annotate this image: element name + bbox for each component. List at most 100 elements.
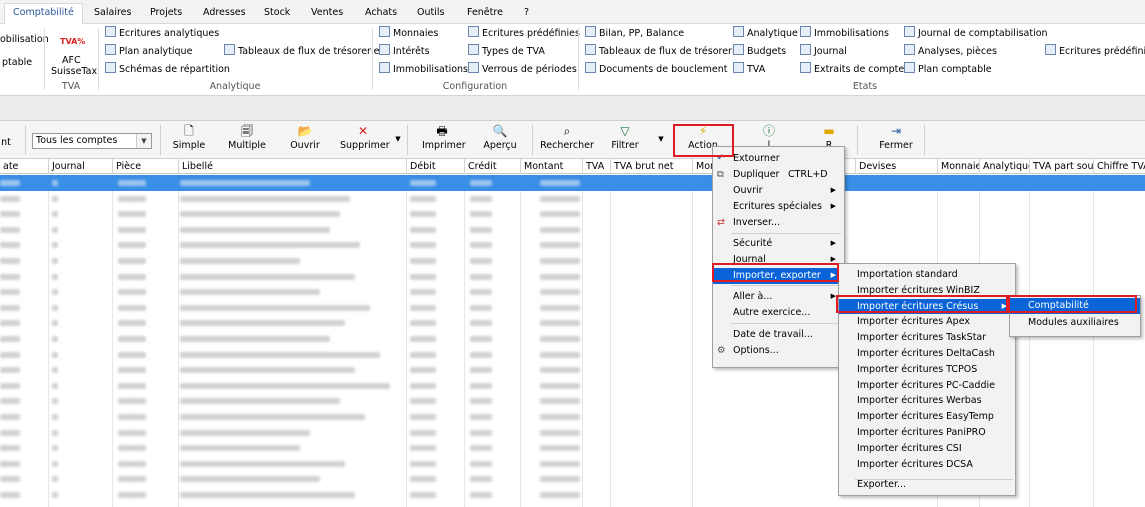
import-menu-item[interactable]: Importer écritures DeltaCash	[839, 346, 1015, 362]
col-debit[interactable]: Débit	[406, 159, 464, 174]
table-row[interactable]	[0, 191, 1145, 207]
col-piece[interactable]: Pièce	[112, 159, 178, 174]
preview-button[interactable]: 🔍 Aperçu	[480, 125, 520, 157]
ribbon-immobilisations[interactable]: Immobilisations	[379, 62, 468, 78]
tab-achats[interactable]: Achats	[357, 4, 405, 24]
import-menu-item[interactable]: Importer écritures DCSA	[839, 457, 1015, 473]
import-menu-item[interactable]: Importer écritures CSI	[839, 441, 1015, 457]
action-menu-item[interactable]: Aller à... ▶	[713, 289, 844, 305]
import-menu-item[interactable]: Importation standard	[839, 267, 1015, 283]
import-menu-item[interactable]: Importer écritures TCPOS	[839, 362, 1015, 378]
action-menu-item[interactable]: Ecritures spéciales ▶	[713, 199, 844, 215]
ribbon-etat-tva[interactable]: TVA	[733, 62, 765, 78]
cresus-modules-item[interactable]: Modules auxiliaires	[1010, 315, 1140, 331]
col-tva-part-soumise[interactable]: TVA part soumi	[1029, 159, 1093, 174]
delete-button[interactable]: ✕ Supprimer	[340, 125, 390, 157]
col-credit[interactable]: Crédit	[464, 159, 520, 174]
tab-adresses[interactable]: Adresses	[195, 4, 254, 24]
multiple-button[interactable]: 🗐 Multiple	[226, 125, 268, 157]
redacted-cell	[410, 211, 436, 218]
action-menu-item[interactable]: Sécurité ▶	[713, 236, 844, 252]
col-chiffre-tva[interactable]: Chiffre TVA	[1093, 159, 1145, 174]
col-date[interactable]: ate	[0, 159, 48, 174]
import-menu-item[interactable]: Importer écritures PC-Caddie	[839, 378, 1015, 394]
table-row[interactable]	[0, 206, 1145, 222]
action-menu-item[interactable]: ⧉ Dupliquer CTRL+D	[713, 167, 844, 183]
ribbon-journal-comptabilisation[interactable]: Journal de comptabilisation	[904, 26, 1048, 42]
close-button[interactable]: ⇥ Fermer	[876, 125, 916, 157]
ribbon-plan-comptable-cut[interactable]: ptable	[2, 55, 32, 71]
ribbon-ecritures-predefinies[interactable]: Ecritures prédéfinies	[468, 26, 580, 42]
redacted-cell	[470, 320, 492, 327]
tab-outils[interactable]: Outils	[409, 4, 452, 24]
ribbon-journal[interactable]: Journal	[800, 44, 847, 60]
filter-button[interactable]: ▽ Filtrer	[608, 125, 642, 157]
import-menu-item[interactable]: Importer écritures Crésus ▶	[839, 298, 1015, 315]
tab-comptabilite[interactable]: Comptabilité	[4, 3, 83, 25]
action-menu-item[interactable]: Ouvrir ▶	[713, 183, 844, 199]
col-journal[interactable]: Journal	[48, 159, 112, 174]
col-tva-brut-net[interactable]: TVA brut net	[610, 159, 692, 174]
ribbon-tableaux-flux[interactable]: Tableaux de flux de trésorerie	[224, 44, 379, 60]
import-menu-item[interactable]: Importer écritures Apex	[839, 314, 1015, 330]
search-button[interactable]: ⌕ Rechercher	[540, 125, 594, 157]
col-tva[interactable]: TVA	[582, 159, 610, 174]
ribbon-schemas-repartition[interactable]: Schémas de répartition	[105, 62, 230, 78]
print-button[interactable]: 🖶 Imprimer	[422, 125, 466, 157]
import-menu-item[interactable]: Importer écritures Werbas	[839, 393, 1015, 409]
tab-ventes[interactable]: Ventes	[303, 4, 351, 24]
action-menu-item[interactable]: Autre exercice...	[713, 305, 844, 321]
action-menu-item[interactable]: Journal ▶	[713, 252, 844, 268]
ribbon-types-tva[interactable]: Types de TVA	[468, 44, 545, 60]
simple-button[interactable]: 🗋 Simple	[170, 125, 208, 157]
account-filter-select[interactable]: Tous les comptes ▼	[32, 133, 152, 149]
import-menu-item[interactable]: Importer écritures TaskStar	[839, 330, 1015, 346]
tab-fenetre[interactable]: Fenêtre	[459, 4, 511, 24]
action-menu-item[interactable]: ⚙ Options...	[713, 343, 844, 359]
ribbon-verrous-periodes[interactable]: Verrous de périodes	[468, 62, 577, 78]
ribbon-analyses-pieces[interactable]: Analyses, pièces	[904, 44, 997, 60]
ribbon-etat-ecritures-predefinies[interactable]: Ecritures prédéfinies	[1045, 44, 1145, 60]
ribbon-monnaies[interactable]: Monnaies	[379, 26, 438, 42]
ribbon-etat-immobilisations[interactable]: Immobilisations	[800, 26, 889, 42]
col-monnaie[interactable]: Monnaie	[937, 159, 979, 174]
suissetax-label[interactable]: SuisseTax	[51, 64, 97, 80]
ribbon-extraits-comptes[interactable]: Extraits de comptes	[800, 62, 909, 78]
redacted-cell	[52, 195, 58, 202]
cresus-comptabilite-item[interactable]: Comptabilité	[1010, 298, 1140, 314]
table-row[interactable]	[0, 237, 1145, 253]
distribution-icon	[105, 62, 116, 73]
ribbon-plan-comptable[interactable]: Plan comptable	[904, 62, 992, 78]
ribbon-etat-analytique[interactable]: Analytique	[733, 26, 798, 42]
ribbon-interets[interactable]: Intérêts	[379, 44, 430, 60]
table-row[interactable]	[0, 222, 1145, 238]
col-montant[interactable]: Montant	[520, 159, 582, 174]
action-menu-item[interactable]: Importer, exporter ▶	[713, 268, 844, 284]
ribbon-ecritures-analytiques[interactable]: Ecritures analytiques	[105, 26, 219, 42]
action-menu-item[interactable]: ⇄ Inverser...	[713, 215, 844, 231]
table-row[interactable]	[0, 175, 1145, 191]
import-menu-item[interactable]: Importer écritures WinBIZ	[839, 283, 1015, 299]
col-analytique[interactable]: Analytique	[979, 159, 1029, 174]
redacted-cell	[180, 242, 360, 249]
ribbon-plan-analytique[interactable]: Plan analytique	[105, 44, 192, 60]
import-menu-item[interactable]: Importer écritures EasyTemp	[839, 409, 1015, 425]
import-menu-item[interactable]: Importer écritures PaniPRO	[839, 425, 1015, 441]
chevron-down-icon[interactable]: ▼	[136, 134, 151, 148]
action-menu-item[interactable]: Date de travail...	[713, 327, 844, 343]
action-menu-item[interactable]: ↶ Extourner	[713, 151, 844, 167]
tab-projets[interactable]: Projets	[142, 4, 190, 24]
ribbon-immobilisation-cut[interactable]: obilisation	[0, 32, 49, 48]
ribbon-documents-bouclement[interactable]: Documents de bouclement	[585, 62, 728, 78]
col-devises[interactable]: Devises	[855, 159, 937, 174]
col-libelle[interactable]: Libellé	[178, 159, 406, 174]
menu-item-label: Importer écritures EasyTemp	[857, 411, 994, 423]
tab-help[interactable]: ?	[516, 4, 537, 24]
ribbon-etat-tableaux-flux[interactable]: Tableaux de flux de trésorerie	[585, 44, 740, 60]
open-button[interactable]: 📂 Ouvrir	[286, 125, 324, 157]
redacted-cell	[52, 320, 58, 327]
ribbon-bilan[interactable]: Bilan, PP, Balance	[585, 26, 684, 42]
tab-salaires[interactable]: Salaires	[86, 4, 139, 24]
ribbon-budgets[interactable]: Budgets	[733, 44, 786, 60]
tab-stock[interactable]: Stock	[256, 4, 298, 24]
